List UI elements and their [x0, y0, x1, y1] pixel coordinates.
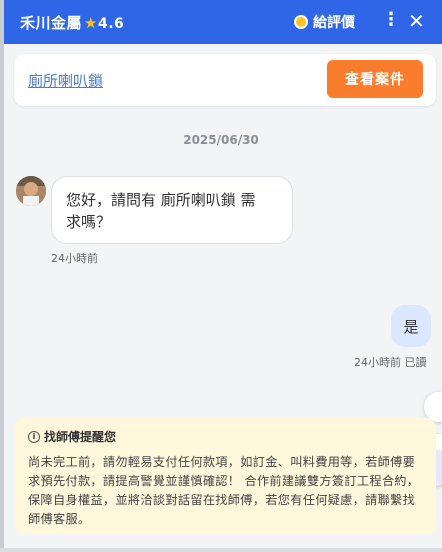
more-icon[interactable]: ⋮ [382, 9, 400, 30]
star-icon: ★ [84, 14, 98, 32]
left-edge [0, 0, 4, 552]
avatar[interactable] [16, 176, 46, 206]
review-label: 給評價 [313, 15, 355, 31]
outgoing-message-time: 24小時前 已讀 [354, 356, 427, 369]
notice-title: 找師傅提醒您 [44, 430, 117, 444]
chat-header: 禾川金屬 ★4.6 給評價 ⋮ ✕ [4, 0, 442, 44]
bottom-edge [0, 548, 442, 552]
incoming-message-time: 24小時前 [51, 252, 98, 265]
vendor-rating: 4.6 [97, 16, 125, 32]
notice-body: 尚未完工前，請勿輕易支付任何款項，如訂金、叫料費用等，若師傅要求預先付款，請提高… [28, 455, 420, 526]
outgoing-message-text: 是 [403, 317, 419, 336]
chat-date: 2025/06/30 [183, 133, 259, 147]
review-button[interactable]: 給評價 [294, 12, 355, 32]
case-title-link[interactable]: 廁所喇叭鎖 [28, 70, 103, 91]
info-icon: i [28, 430, 40, 443]
close-icon[interactable]: ✕ [408, 9, 425, 33]
incoming-message-line2: 求嗎？ [66, 213, 112, 231]
case-card: 廁所喇叭鎖 查看案件 [14, 54, 436, 106]
safety-notice: i 找師傅提醒您 尚未完工前，請勿輕易支付任何款項，如訂金、叫料費用等，若師傅要… [14, 418, 436, 534]
vendor-name-text: 禾川金屬 [20, 14, 83, 32]
outgoing-message-bubble: 是 [391, 305, 431, 347]
incoming-message-bubble: 您好，請問有 廁所喇叭鎖 需 求嗎？ [51, 176, 293, 244]
notice-header: i 找師傅提醒您 [28, 428, 422, 445]
incoming-message-line1: 您好，請問有 廁所喇叭鎖 需 [66, 191, 256, 209]
view-case-button[interactable]: 查看案件 [327, 60, 423, 98]
review-coin-icon [294, 15, 308, 29]
vendor-name[interactable]: 禾川金屬 ★4.6 [20, 12, 124, 33]
